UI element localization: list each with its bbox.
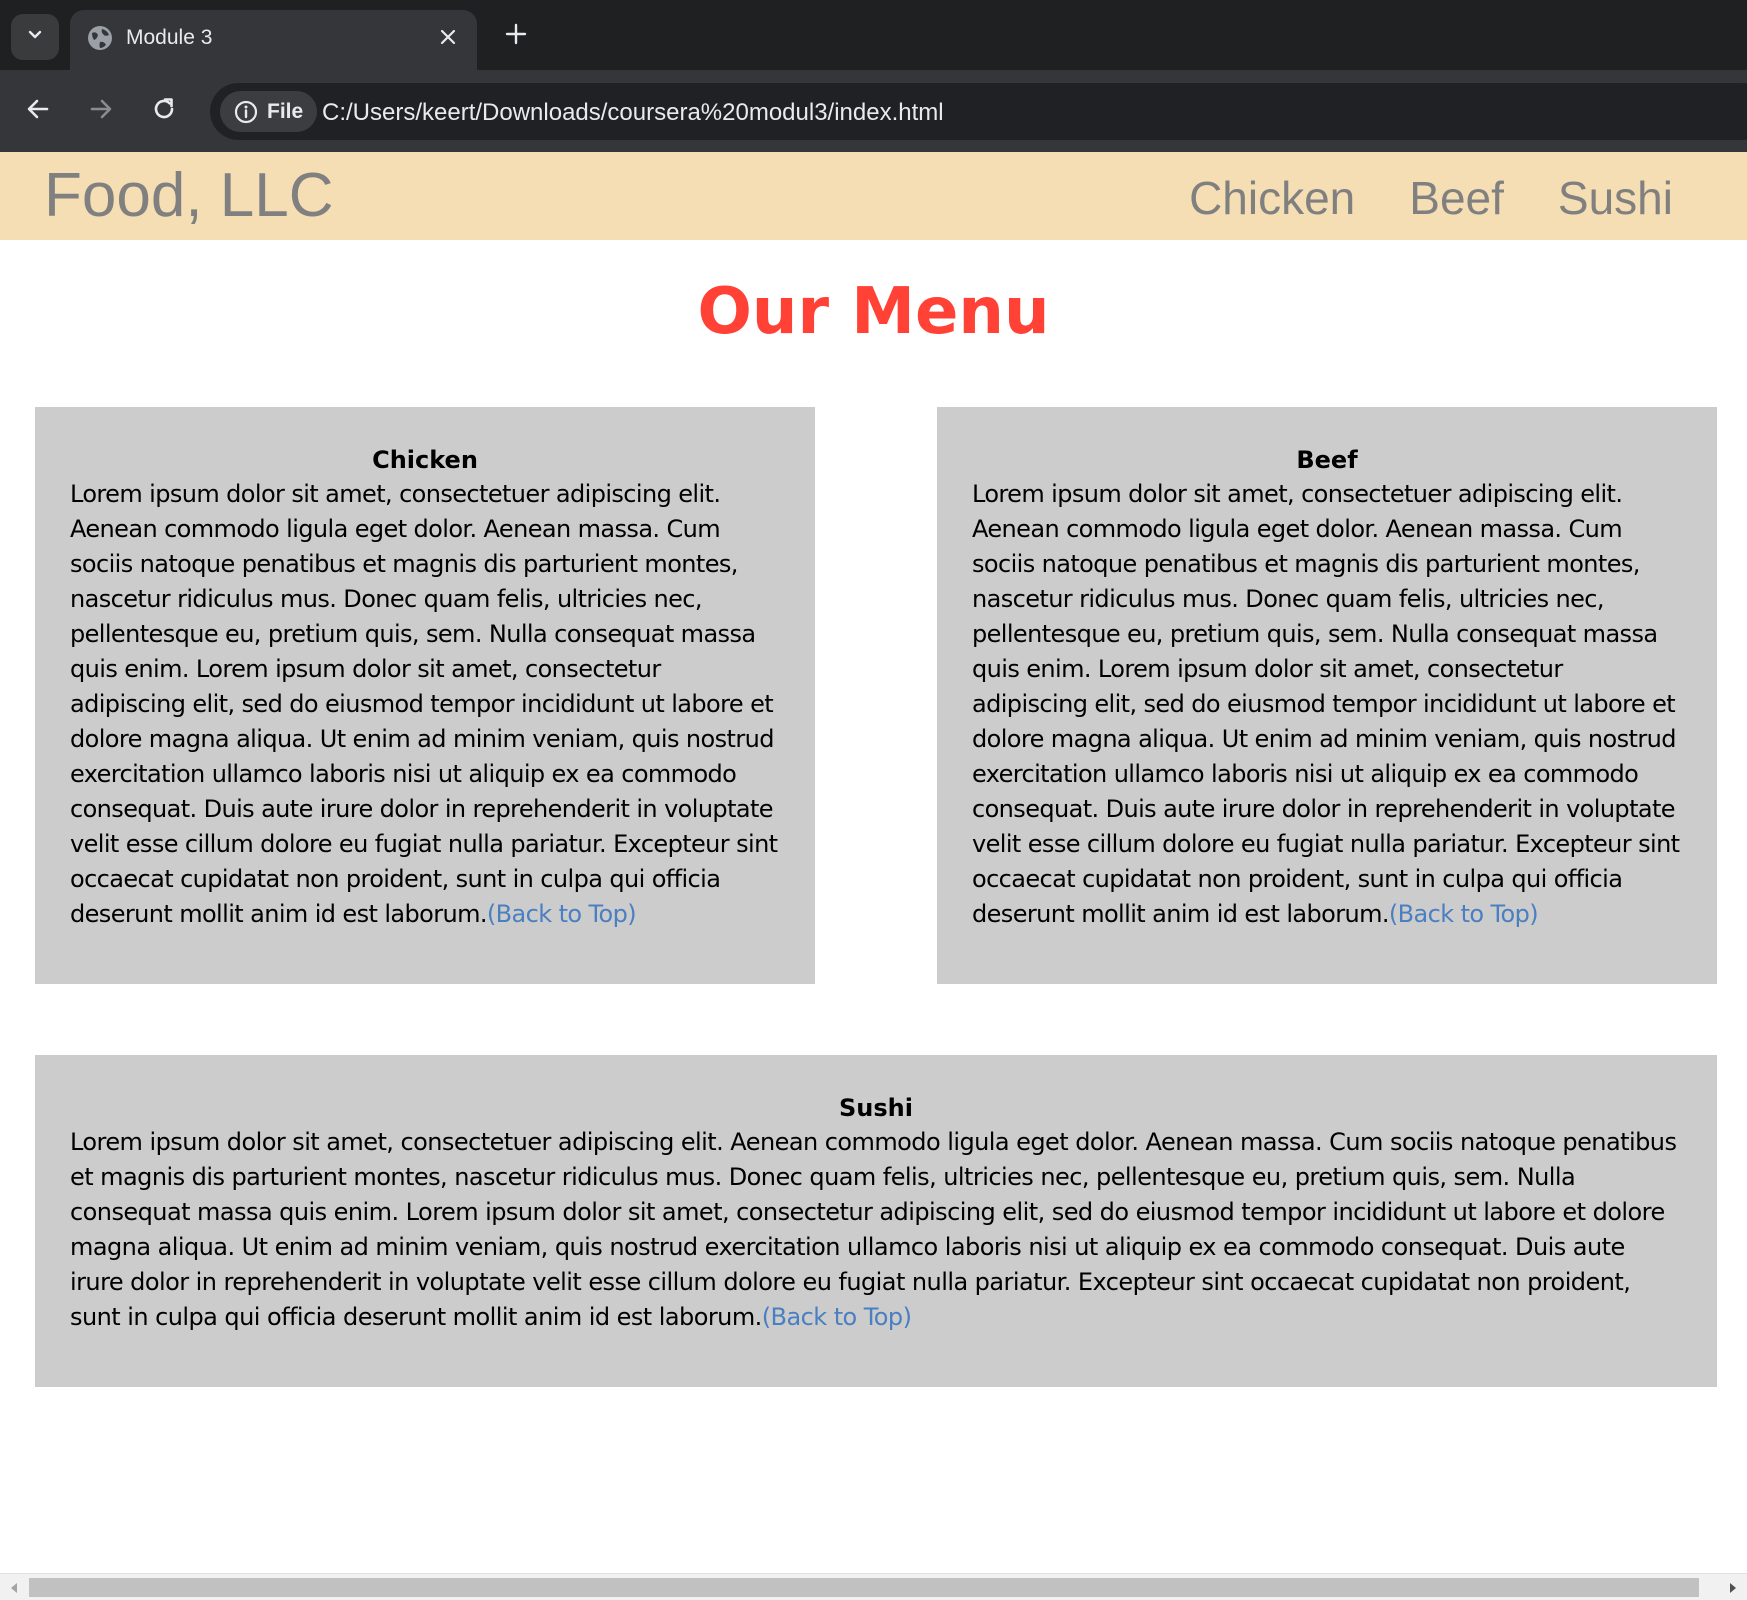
site-header: Food, LLC Chicken Beef Sushi (0, 152, 1747, 240)
section-title: Chicken (372, 446, 478, 474)
section-title: Beef (1296, 446, 1358, 474)
tab-search-button[interactable] (11, 14, 59, 60)
tab-strip: Module 3 (0, 0, 1747, 70)
page-content: Food, LLC Chicken Beef Sushi Our Menu Ch… (0, 152, 1747, 1573)
section-text: Lorem ipsum dolor sit amet, consectetuer… (70, 480, 778, 928)
site-info-label: File (267, 100, 304, 123)
page-title: Our Menu (697, 275, 1050, 349)
back-to-top-link[interactable]: (Back to Top) (1389, 900, 1539, 928)
site-logo: Food, LLC (44, 161, 334, 230)
site-nav: Chicken Beef Sushi (1189, 170, 1673, 226)
section-text: Lorem ipsum dolor sit amet, consectetuer… (972, 480, 1680, 928)
back-button[interactable] (17, 90, 59, 132)
chevron-down-icon (25, 25, 45, 49)
nav-link-chicken[interactable]: Chicken (1189, 170, 1355, 226)
section-title: Sushi (839, 1094, 913, 1122)
info-icon (234, 100, 258, 124)
section-body: Lorem ipsum dolor sit amet, consectetuer… (70, 477, 780, 932)
scroll-right-icon[interactable] (1723, 1578, 1743, 1598)
scrollbar-thumb[interactable] (29, 1578, 1699, 1597)
section-text: Lorem ipsum dolor sit amet, consectetuer… (70, 1128, 1677, 1331)
address-bar[interactable]: File C:/Users/keert/Downloads/coursera%2… (210, 83, 1747, 140)
arrow-right-icon (88, 96, 114, 126)
forward-button[interactable] (80, 90, 122, 132)
reload-icon (151, 96, 177, 126)
back-to-top-link[interactable]: (Back to Top) (487, 900, 637, 928)
browser-toolbar: File C:/Users/keert/Downloads/coursera%2… (0, 70, 1747, 152)
tab-title: Module 3 (126, 26, 213, 49)
new-tab-button[interactable] (496, 16, 536, 56)
section-body: Lorem ipsum dolor sit amet, consectetuer… (972, 477, 1682, 932)
section-sushi: Sushi Lorem ipsum dolor sit amet, consec… (35, 1055, 1717, 1387)
plus-icon (505, 23, 527, 49)
close-icon[interactable] (433, 22, 463, 52)
globe-icon (86, 24, 114, 52)
browser-tab[interactable]: Module 3 (70, 10, 477, 70)
horizontal-scrollbar[interactable] (0, 1573, 1747, 1600)
nav-link-beef[interactable]: Beef (1409, 170, 1504, 226)
section-chicken: Chicken Lorem ipsum dolor sit amet, cons… (35, 407, 815, 984)
section-body: Lorem ipsum dolor sit amet, consectetuer… (70, 1125, 1682, 1335)
back-to-top-link[interactable]: (Back to Top) (762, 1303, 912, 1331)
scroll-left-icon[interactable] (4, 1578, 24, 1598)
reload-button[interactable] (143, 90, 185, 132)
nav-link-sushi[interactable]: Sushi (1558, 170, 1673, 226)
url-text[interactable]: C:/Users/keert/Downloads/coursera%20modu… (322, 98, 944, 128)
arrow-left-icon (25, 96, 51, 126)
section-beef: Beef Lorem ipsum dolor sit amet, consect… (937, 407, 1717, 984)
